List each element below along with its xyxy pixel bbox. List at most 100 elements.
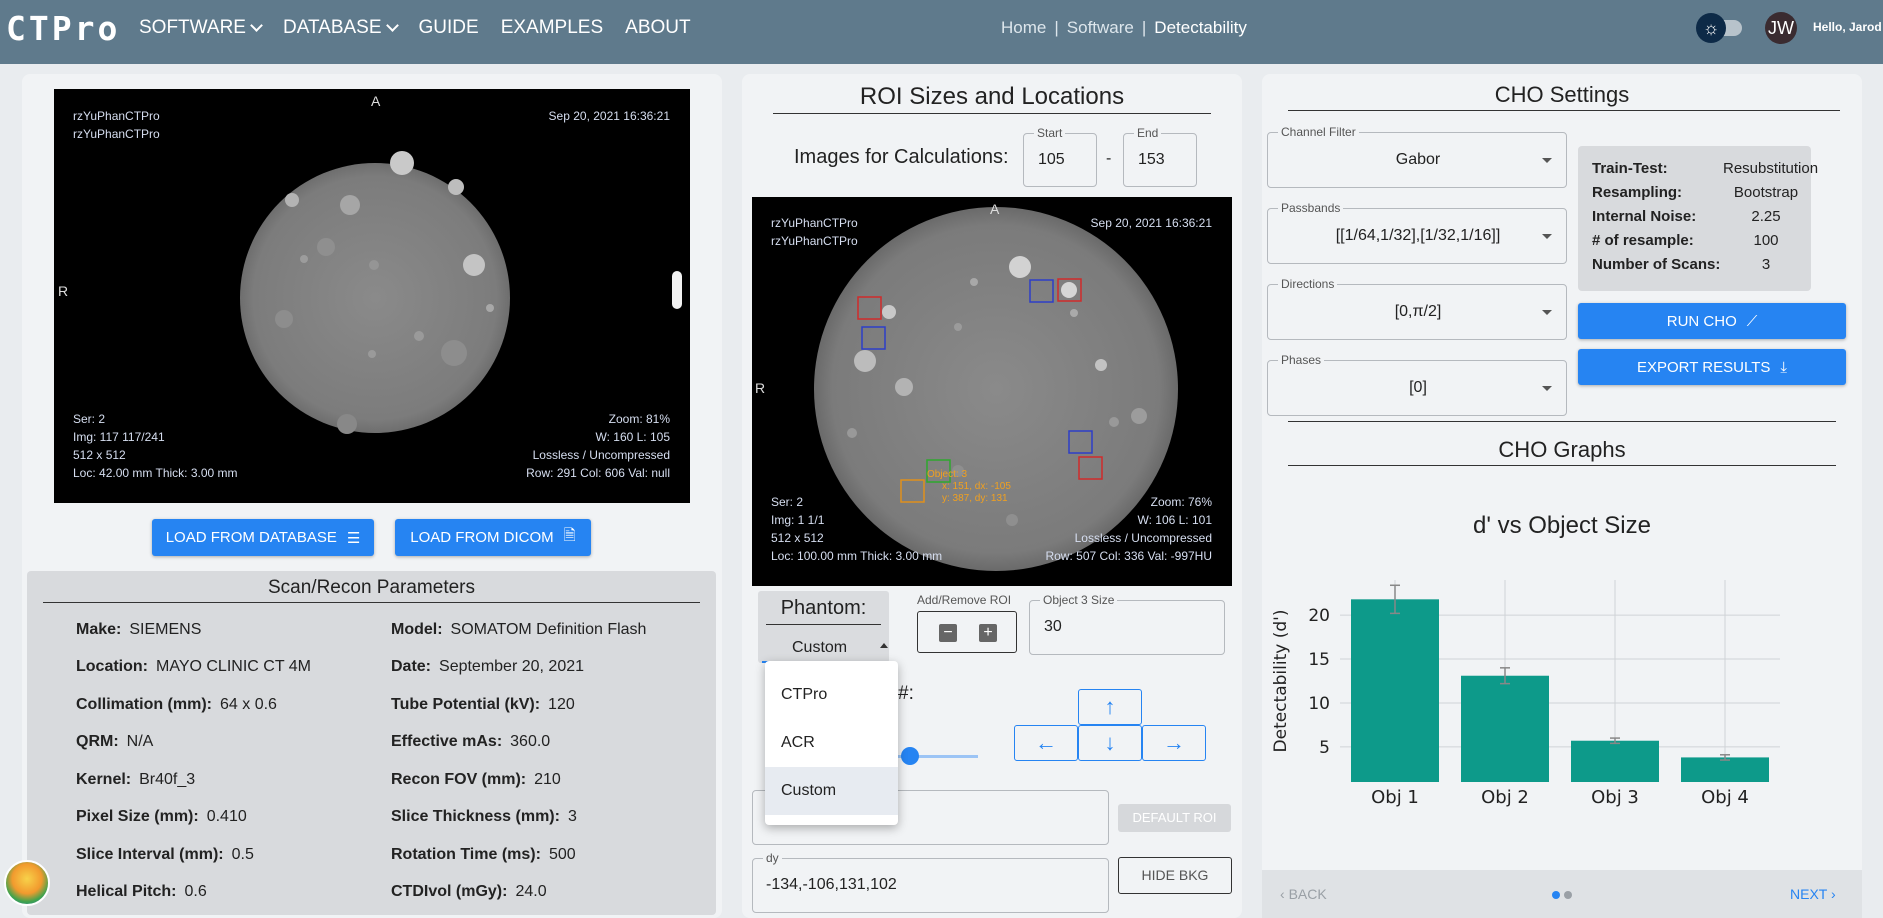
phantom-select[interactable]: Phantom: Custom (758, 591, 889, 663)
move-up-button[interactable]: ↑ (1078, 689, 1142, 725)
directions-label: Directions (1278, 277, 1338, 291)
param-value: N/A (126, 733, 154, 750)
run-cho-button[interactable]: RUN CHO ⟋ (1578, 303, 1846, 339)
dy-field[interactable]: dy -134,-106,131,102 (752, 851, 1109, 913)
y-tick-label: 20 (1308, 606, 1330, 626)
x-tick-label: Obj 4 (1701, 787, 1749, 808)
dprime-chart: d' vs Object Size 5 10 15 20 Obj 1 Obj 2 Obj 3 O… (1262, 460, 1862, 870)
viewer-annotation: Img: 117 117/241 (73, 430, 165, 444)
phantom-option-acr[interactable]: ACR (765, 719, 898, 767)
next-button[interactable]: NEXT › (1790, 886, 1836, 902)
chart-title: d' vs Object Size (1473, 512, 1651, 539)
phantom-option-custom[interactable]: Custom (765, 767, 898, 815)
summary-label: Number of Scans: (1592, 256, 1721, 273)
passbands-label: Passbands (1278, 201, 1344, 215)
object-size-field[interactable]: Object 3 Size 30 (1029, 593, 1225, 655)
param-label: Rotation Time (ms): (391, 846, 541, 863)
divider (766, 624, 881, 625)
start-image-field[interactable]: Start 105 (1023, 126, 1097, 187)
param-value: 3 (567, 808, 577, 825)
param-label: Slice Thickness (mm): (391, 808, 560, 825)
param-recon-fov: Recon FOV (mm): 210 (391, 771, 561, 789)
roi-title: ROI Sizes and Locations (859, 83, 1125, 110)
param-model: Model: SOMATOM Definition Flash (391, 621, 646, 639)
minus-icon[interactable]: − (939, 624, 957, 642)
breadcrumb-software[interactable]: Software (1067, 18, 1134, 37)
move-left-button[interactable]: ← (1014, 725, 1078, 761)
param-label: Slice Interval (mm): (76, 846, 224, 863)
phantom-option-ctpro[interactable]: CTPro (765, 671, 898, 719)
param-slice-interval: Slice Interval (mm): 0.5 (76, 846, 254, 864)
passbands-select[interactable]: Passbands [[1/64,1/32],[1/32,1/16]] (1267, 201, 1567, 264)
param-label: Location: (76, 658, 148, 675)
viewer-annotation: W: 106 L: 101 (1137, 513, 1213, 527)
phases-select[interactable]: Phases [0] (1267, 353, 1567, 416)
file-upload-icon: 🗎 (563, 527, 576, 544)
load-from-dicom-label: LOAD FROM DICOM (410, 529, 554, 546)
viewer-annotation: Ser: 2 (73, 412, 106, 426)
x-tick-label: Obj 2 (1481, 787, 1529, 808)
param-slice-thickness: Slice Thickness (mm): 3 (391, 808, 577, 826)
user-greeting: Hello, Jarod (1813, 20, 1882, 34)
theme-toggle[interactable]: ☼ (1696, 13, 1744, 43)
param-location: Location: MAYO CLINIC CT 4M (76, 658, 311, 676)
viewer-annotation: Lossless / Uncompressed (1074, 531, 1212, 545)
export-results-button[interactable]: EXPORT RESULTS ⤓ (1578, 349, 1846, 385)
channel-filter-select[interactable]: Channel Filter Gabor (1267, 125, 1567, 188)
param-label: Pixel Size (mm): (76, 808, 199, 825)
summary-label: Train-Test: (1592, 160, 1668, 177)
nav-guide[interactable]: GUIDE (419, 17, 479, 39)
pager-dot-active[interactable] (1552, 891, 1560, 899)
hide-bkg-button[interactable]: HIDE BKG (1118, 857, 1232, 894)
breadcrumb-separator: | (1054, 18, 1059, 37)
viewer-annotation: 512 x 512 (771, 531, 824, 545)
orientation-left: R (755, 380, 766, 396)
param-value: 500 (548, 846, 576, 863)
run-cho-label: RUN CHO (1666, 312, 1737, 330)
nav-database[interactable]: DATABASE (283, 17, 399, 39)
y-tick-label: 10 (1308, 694, 1330, 714)
viewer-annotation: rzYuPhanCTPro (73, 109, 160, 123)
breadcrumb-home[interactable]: Home (1001, 18, 1046, 37)
viewer-annotation: Img: 1 1/1 (771, 513, 825, 527)
slider-thumb[interactable] (901, 747, 919, 765)
param-value: 0.6 (184, 883, 207, 900)
chart-svg: d' vs Object Size 5 10 15 20 Obj 1 Obj 2 Obj 3 O… (1271, 512, 1780, 808)
param-label: Kernel: (76, 771, 132, 788)
dropdown-arrow-icon (1542, 386, 1552, 391)
viewer-annotation: rzYuPhanCTPro (771, 216, 858, 230)
move-right-button[interactable]: → (1142, 725, 1206, 761)
nav-about[interactable]: ABOUT (625, 17, 690, 39)
divider (1288, 421, 1836, 422)
back-button[interactable]: ‹ BACK (1280, 886, 1327, 902)
phantom-label: Phantom: (780, 597, 867, 619)
load-from-dicom-button[interactable]: LOAD FROM DICOM 🗎 (395, 519, 591, 556)
plus-icon[interactable]: + (979, 624, 997, 642)
brand-logo[interactable]: CTPro (6, 9, 120, 48)
nav-examples[interactable]: EXAMPLES (501, 17, 603, 39)
phantom-dropdown-menu: CTPro ACR Custom (765, 661, 898, 825)
orientation-top: A (990, 201, 1000, 217)
load-from-database-label: LOAD FROM DATABASE (165, 529, 337, 546)
chart-line-icon: ⟋ (1746, 312, 1758, 330)
summary-value: 2.25 (1751, 208, 1781, 225)
breadcrumb: Home | Software | Detectability (1001, 18, 1247, 38)
nav-software[interactable]: SOFTWARE (139, 17, 263, 39)
app-logo-icon[interactable] (4, 860, 50, 906)
viewer-annotation: 512 x 512 (73, 448, 126, 462)
avatar[interactable]: JW (1765, 12, 1797, 44)
param-value: 120 (548, 696, 575, 713)
load-from-database-button[interactable]: LOAD FROM DATABASE ☰ (152, 519, 374, 556)
directions-value: [0,π/2] (1394, 303, 1442, 320)
move-down-button[interactable]: ↓ (1078, 725, 1142, 761)
dicom-viewer-main[interactable]: A R rzYuPhanCTPro rzYuPhanCTPro Sep 20, … (54, 89, 690, 503)
directions-select[interactable]: Directions [0,π/2] (1267, 277, 1567, 340)
pager-dot[interactable] (1564, 891, 1572, 899)
end-image-field[interactable]: End 153 (1123, 126, 1197, 187)
param-date: Date: September 20, 2021 (391, 658, 584, 676)
divider (773, 113, 1211, 114)
dicom-viewer-roi[interactable]: A R rzYuPhanCTPro rzYuPhanCTPro Sep 20, … (752, 197, 1232, 586)
default-roi-button[interactable]: DEFAULT ROI (1118, 804, 1231, 832)
param-value: 0.410 (206, 808, 247, 825)
viewer-annotation: Lossless / Uncompressed (532, 448, 670, 462)
